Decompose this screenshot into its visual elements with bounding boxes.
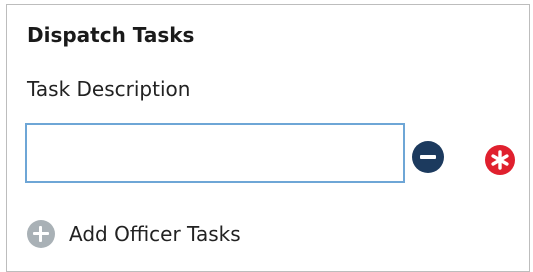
task-description-input[interactable] — [25, 123, 405, 183]
plus-circle-icon — [27, 220, 55, 248]
add-officer-tasks-label: Add Officer Tasks — [69, 222, 241, 246]
minus-circle-icon — [420, 155, 436, 159]
task-description-label: Task Description — [27, 77, 191, 101]
required-asterisk-icon — [485, 145, 515, 175]
section-title: Dispatch Tasks — [27, 23, 195, 47]
add-officer-tasks-button[interactable]: Add Officer Tasks — [27, 218, 241, 250]
dispatch-tasks-panel: Dispatch Tasks Task Description Add Offi… — [6, 4, 530, 272]
remove-task-button[interactable] — [412, 141, 444, 173]
